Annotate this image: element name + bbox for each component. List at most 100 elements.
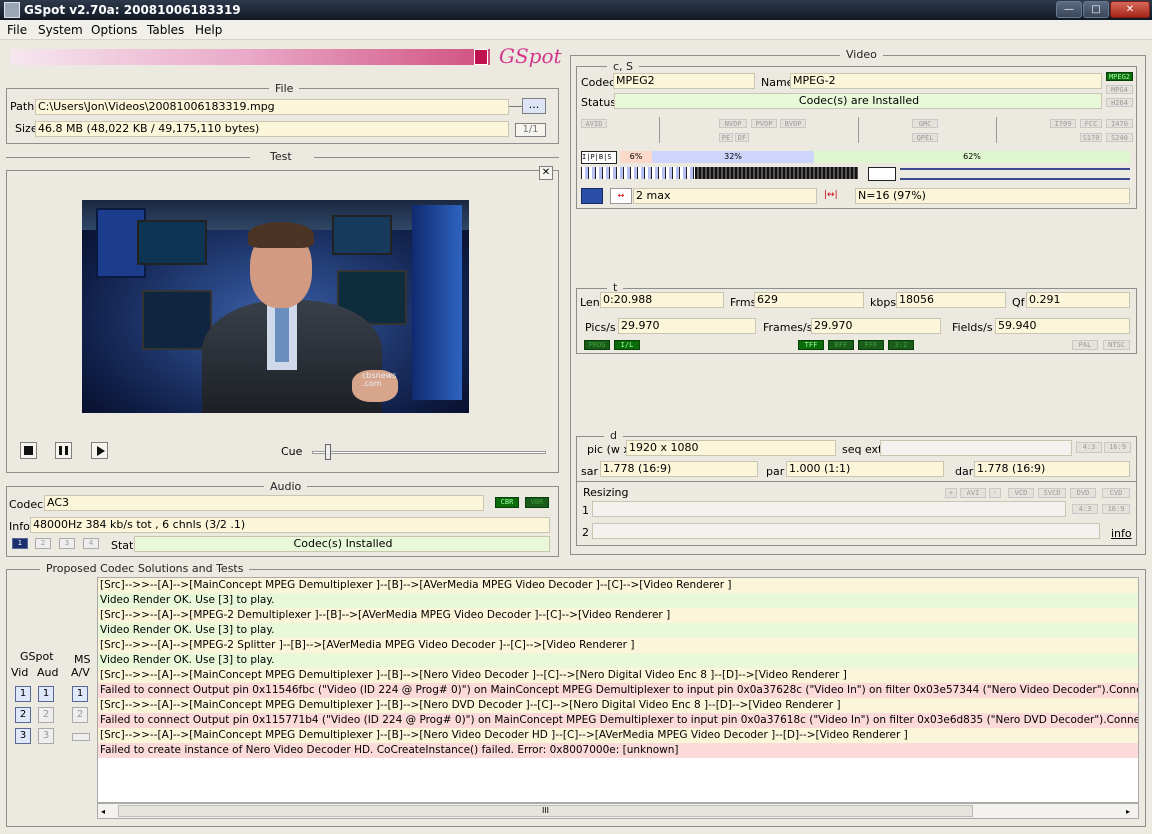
h264-tag: H264: [1106, 98, 1133, 107]
file-counter[interactable]: 1/1: [515, 123, 546, 137]
gop-cursor: [868, 167, 896, 181]
menu-system[interactable]: System: [38, 23, 83, 37]
aud-2-button[interactable]: 2: [38, 707, 54, 723]
test-divider-left: [6, 157, 250, 158]
seq-ext-field: [880, 440, 1072, 456]
menu-file[interactable]: File: [7, 23, 27, 37]
gop-n-field: N=16 (97%): [855, 188, 1130, 204]
play-button[interactable]: [91, 442, 108, 459]
proposed-list[interactable]: [Src]-->>--[A]-->[MainConcept MPEG Demul…: [97, 577, 1139, 803]
close-button[interactable]: ✕: [1110, 1, 1150, 18]
p-percent-bar: 32%: [652, 151, 814, 163]
ms-3-button[interactable]: [72, 733, 90, 741]
resize-row2-label: 2: [582, 526, 589, 539]
vid-2-button[interactable]: 2: [15, 707, 31, 723]
ms-1-button[interactable]: 1: [72, 686, 88, 702]
aud-3-button[interactable]: 3: [38, 728, 54, 744]
seq-ext-label: seq ext: [842, 443, 883, 456]
menu-tables[interactable]: Tables: [147, 23, 184, 37]
pics-label: Pics/s: [585, 321, 616, 334]
fff-tag: FFF: [858, 340, 884, 350]
proposed-hscrollbar[interactable]: ◂ III ▸: [97, 803, 1139, 819]
resizing-divider: [576, 481, 1137, 482]
scroll-left-icon[interactable]: ◂: [101, 807, 105, 816]
result-row[interactable]: Failed to create instance of Nero Video …: [98, 743, 1138, 758]
video-status-field: Codec(s) are Installed: [614, 93, 1102, 109]
resize-avi-button[interactable]: AVI: [960, 488, 986, 498]
gspot-logo: GSpot: [499, 44, 562, 68]
pic-field: 1920 x 1080: [626, 440, 836, 456]
menu-options[interactable]: Options: [91, 23, 137, 37]
stop-button[interactable]: [20, 442, 37, 459]
pause-button[interactable]: [55, 442, 72, 459]
sar-field: 1.778 (16:9): [600, 461, 758, 477]
result-row[interactable]: [Src]-->>--[A]-->[MainConcept MPEG Demul…: [98, 698, 1138, 713]
scroll-right-icon[interactable]: ▸: [1126, 807, 1130, 816]
result-row[interactable]: [Src]-->>--[A]-->[MainConcept MPEG Demul…: [98, 728, 1138, 743]
result-row[interactable]: Video Render OK. Use [3] to play.: [98, 593, 1138, 608]
pal-tag: PAL: [1072, 340, 1098, 350]
gop-icon[interactable]: [581, 188, 603, 204]
maximize-button[interactable]: □: [1083, 1, 1109, 18]
browse-button[interactable]: ...: [522, 98, 546, 114]
qf-label: Qf: [1012, 296, 1025, 309]
i-label: I: [582, 153, 587, 161]
vid-1-button[interactable]: 1: [15, 686, 31, 702]
result-row[interactable]: [Src]-->>--[A]-->[MainConcept MPEG Demul…: [98, 578, 1138, 593]
audio-group-label: Audio: [264, 480, 308, 493]
result-row[interactable]: [Src]-->>--[A]-->[MPEG-2 Demultiplexer ]…: [98, 608, 1138, 623]
fields-label: Fields/s: [952, 321, 993, 334]
resize-svcd-button[interactable]: SVCD: [1038, 488, 1066, 498]
resize-row2-field: [592, 523, 1100, 539]
audio-codec-label: Codec: [9, 498, 44, 511]
ntsc-tag: NTSC: [1103, 340, 1130, 350]
cue-slider-thumb[interactable]: [325, 444, 331, 460]
result-row[interactable]: Video Render OK. Use [3] to play.: [98, 623, 1138, 638]
gop-lines: [900, 168, 1130, 180]
result-row[interactable]: [Src]-->>--[A]-->[MainConcept MPEG Demul…: [98, 668, 1138, 683]
pe-tag: PE: [719, 133, 733, 142]
result-row[interactable]: [Src]-->>--[A]-->[MPEG-2 Splitter ]--[B]…: [98, 638, 1138, 653]
vid-3-button[interactable]: 3: [15, 728, 31, 744]
path-field[interactable]: C:\Users\Jon\Videos\20081006183319.mpg: [35, 99, 509, 115]
title-bar: GSpot v2.70a: 20081006183319 — □ ✕: [0, 0, 1152, 20]
qpel-tag: QPEL: [912, 133, 938, 142]
stop-icon: [24, 446, 33, 455]
aud-1-button[interactable]: 1: [38, 686, 54, 702]
audio-codec-field: AC3: [44, 495, 484, 511]
monitor-1: [137, 220, 207, 265]
info-link[interactable]: info: [1111, 527, 1132, 540]
resize-cvd-button[interactable]: CVD: [1102, 488, 1130, 498]
test-close-button[interactable]: ✕: [539, 166, 553, 180]
logo-block: [474, 49, 488, 65]
result-row[interactable]: Video Render OK. Use [3] to play.: [98, 653, 1138, 668]
size-field: 46.8 MB (48,022 KB / 49,175,110 bytes): [35, 121, 509, 137]
i470-tag: I470: [1106, 119, 1133, 128]
result-row[interactable]: Failed to connect Output pin 0x11546fbc …: [98, 683, 1138, 698]
resize-plus-button[interactable]: +: [945, 488, 957, 498]
anchor-hair: [248, 222, 314, 248]
cue-slider-track[interactable]: [312, 451, 546, 454]
audio-tab-2[interactable]: 2: [35, 538, 51, 549]
app-icon: [4, 2, 20, 18]
test-divider-right: [314, 157, 559, 158]
resize-vcd-button[interactable]: VCD: [1008, 488, 1034, 498]
audio-tab-4[interactable]: 4: [83, 538, 99, 549]
gop-strip-dark: [695, 167, 858, 179]
video-frame: cbsnews .com: [82, 200, 469, 413]
audio-tab-1[interactable]: 1: [12, 538, 28, 549]
bvop-tag: BVOP: [780, 119, 806, 128]
scroll-thumb[interactable]: III: [118, 805, 973, 817]
pic-label: pic (w x: [587, 443, 630, 456]
audio-tab-3[interactable]: 3: [59, 538, 75, 549]
audio-info-label: Info: [9, 520, 30, 533]
ms-2-button[interactable]: 2: [72, 707, 88, 723]
cs-group-label: c, S: [607, 60, 640, 73]
result-row[interactable]: Failed to connect Output pin 0x115771b4 …: [98, 713, 1138, 728]
resize-169-tag: 16:9: [1102, 504, 1130, 514]
menu-help[interactable]: Help: [195, 23, 222, 37]
resize-minus-button[interactable]: -: [989, 488, 1001, 498]
video-name-field: MPEG-2: [790, 73, 1102, 89]
minimize-button[interactable]: —: [1056, 1, 1082, 18]
resize-dvd-button[interactable]: DVD: [1070, 488, 1096, 498]
